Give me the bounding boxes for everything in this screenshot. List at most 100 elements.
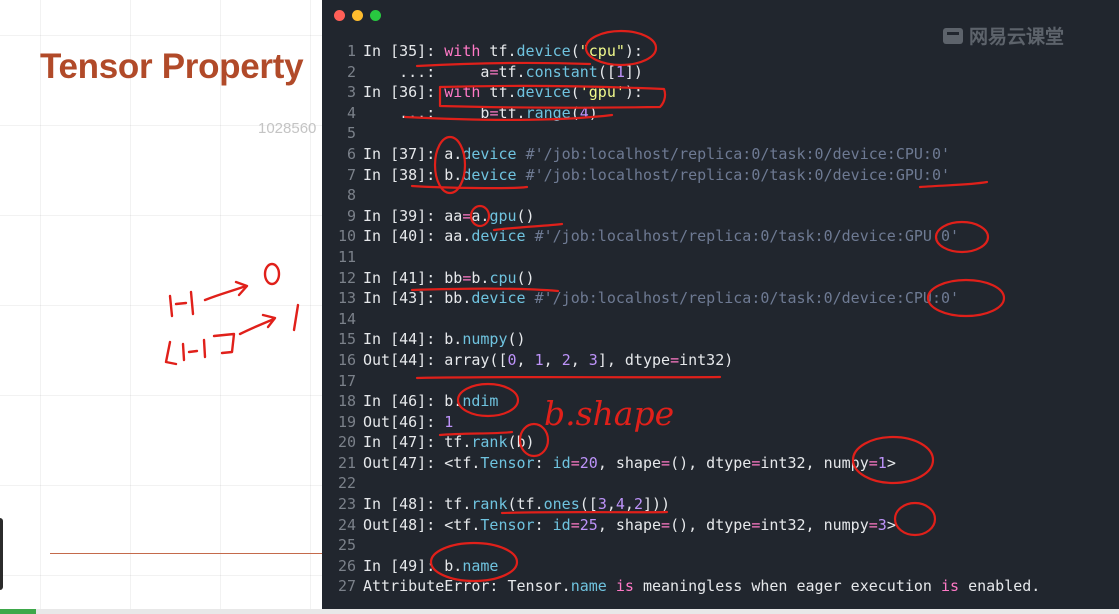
code-token: "cpu" <box>579 42 625 60</box>
code-token: #'/job:localhost/replica:0/task:0/device… <box>534 227 960 246</box>
code-text: In [37]: a.device #'/job:localhost/repli… <box>363 144 950 165</box>
code-token: 4 <box>579 103 589 122</box>
code-line: 18 In [46]: b.ndim <box>322 391 1119 412</box>
code-token: , <box>606 495 616 514</box>
code-line: 1 In [35]: with tf.device("cpu"): <box>322 41 1119 62</box>
code-token: Out[48]: <tf. <box>363 515 481 534</box>
code-text: In [40]: aa.device #'/job:localhost/repl… <box>363 226 959 247</box>
hw-one-e <box>292 303 300 332</box>
code-token: = <box>868 453 878 472</box>
code-token: = <box>670 350 680 369</box>
hw-zero <box>263 262 281 286</box>
code-token: a. <box>471 206 490 225</box>
code-token: ): <box>624 42 643 60</box>
hw-dash <box>174 301 188 306</box>
code-token: : <box>534 453 553 472</box>
line-number: 18 <box>337 392 356 411</box>
code-token: () <box>507 330 526 349</box>
line-number: 22 <box>337 474 356 493</box>
code-token: Tensor <box>480 515 535 534</box>
code-token: constant <box>525 62 598 81</box>
bottom-status-strip <box>0 609 1119 614</box>
code-token: rank <box>471 433 508 452</box>
code-line: 17 <box>322 371 1119 392</box>
code-token: ndim <box>462 392 499 411</box>
code-token: In [36]: <box>363 83 445 102</box>
code-token: ( <box>570 42 580 60</box>
code-token: range <box>525 103 571 122</box>
code-token: In [49]: b. <box>363 556 463 575</box>
code-token: 4 <box>615 495 625 514</box>
code-token: (), dtype <box>670 453 752 472</box>
line-number: 3 <box>346 83 356 102</box>
code-line: 10 In [40]: aa.device #'/job:localhost/re… <box>322 226 1119 247</box>
line-number: 6 <box>346 144 356 163</box>
code-token: 0 <box>507 350 517 369</box>
code-token: Tensor <box>480 453 535 472</box>
maximize-button[interactable] <box>370 10 381 21</box>
hw-arrowhead-2 <box>261 313 277 329</box>
code-token: , <box>624 495 634 514</box>
slide-panel: Tensor Property 1028560 <box>0 0 322 614</box>
code-token: > <box>886 453 896 472</box>
code-token: b. <box>471 268 490 287</box>
code-token: enabled. <box>959 577 1041 596</box>
code-token: int32) <box>679 350 734 369</box>
code-token: tf. <box>498 62 526 81</box>
code-token: device <box>471 289 526 308</box>
progress-indicator <box>0 609 36 614</box>
code-token: In [35]: <box>363 42 445 60</box>
hw-one-a <box>168 294 174 318</box>
code-token: = <box>868 515 878 534</box>
code-line: 14 <box>322 309 1119 330</box>
line-number: 27 <box>337 577 356 596</box>
code-token: () <box>516 206 535 225</box>
code-text: In [43]: bb.device #'/job:localhost/repl… <box>363 288 959 309</box>
code-line: 4 ...: b=tf.range(4) <box>322 103 1119 124</box>
code-line: 5 <box>322 123 1119 144</box>
code-token: tf. <box>498 103 526 122</box>
code-token: is <box>615 577 634 596</box>
code-token: In [48]: tf. <box>363 495 472 514</box>
code-token: device <box>462 144 517 163</box>
code-token: 1 <box>877 453 887 472</box>
code-token: device <box>471 227 526 246</box>
code-text: In [41]: bb=b.cpu() <box>363 268 535 289</box>
code-token: 25 <box>579 515 598 534</box>
code-text: Out[46]: 1 <box>363 412 453 433</box>
code-token: ]) <box>624 62 643 81</box>
line-number: 1 <box>346 42 356 60</box>
line-number: 9 <box>346 206 356 225</box>
line-number: 14 <box>337 309 356 328</box>
code-text: In [36]: with tf.device('gpu'): <box>363 82 643 103</box>
code-token: #'/job:localhost/replica:0/task:0/device… <box>525 144 951 163</box>
code-line: 24 Out[48]: <tf.Tensor: id=25, shape=(), … <box>322 515 1119 536</box>
code-token: In [40]: aa. <box>363 227 472 246</box>
code-text: In [38]: b.device #'/job:localhost/repli… <box>363 165 950 186</box>
code-line: 3 In [36]: with tf.device('gpu'): <box>322 82 1119 103</box>
terminal-window[interactable]: 网易云课堂 1 In [35]: with tf.device("cpu"): 2 … <box>322 0 1119 614</box>
line-number: 12 <box>337 268 356 287</box>
slide-scroll-handle[interactable] <box>0 518 3 590</box>
close-button[interactable] <box>334 10 345 21</box>
code-token: 'gpu' <box>579 83 625 102</box>
code-token: 3 <box>597 495 607 514</box>
code-line: 6 In [37]: a.device #'/job:localhost/repl… <box>322 144 1119 165</box>
code-token: ...: a <box>363 62 490 81</box>
code-token: , <box>543 350 562 369</box>
code-token: , <box>570 350 589 369</box>
code-token: = <box>661 453 671 472</box>
line-number: 21 <box>337 453 356 472</box>
code-token: In [37]: a. <box>363 144 463 163</box>
code-token: ], dtype <box>597 350 671 369</box>
code-token: device <box>516 42 571 60</box>
code-token: = <box>570 515 580 534</box>
code-token: 2 <box>633 495 643 514</box>
hw-arrow-1 <box>203 284 248 302</box>
code-token: ): <box>624 83 643 102</box>
code-text: In [49]: b.name <box>363 556 498 577</box>
line-number: 26 <box>337 556 356 575</box>
minimize-button[interactable] <box>352 10 363 21</box>
hw-arrow-2 <box>238 317 276 336</box>
